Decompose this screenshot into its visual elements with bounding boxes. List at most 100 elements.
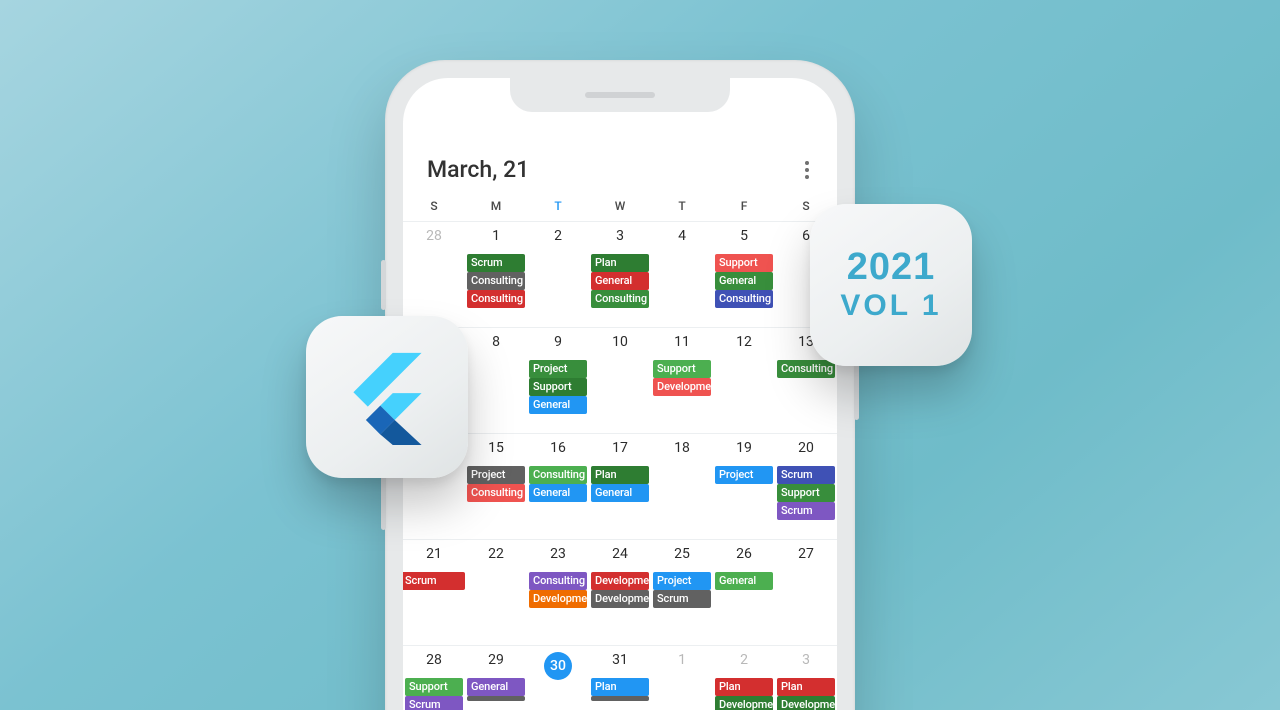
more-menu-icon[interactable] (801, 157, 813, 183)
calendar-event[interactable]: General (591, 484, 649, 502)
calendar-day-cell[interactable]: 26 General (713, 539, 775, 645)
day-number: 8 (465, 334, 527, 350)
calendar-event[interactable]: Plan (591, 678, 649, 696)
day-number: 31 (589, 652, 651, 668)
day-number: 17 (589, 440, 651, 456)
calendar-event[interactable]: Scrum (403, 572, 465, 590)
day-number: 2 (713, 652, 775, 668)
calendar-event[interactable]: General (529, 396, 587, 414)
calendar-day-cell[interactable]: 1 (651, 645, 713, 710)
weekday-col: S (403, 193, 465, 221)
calendar-event[interactable]: Developme (715, 696, 773, 710)
calendar-event[interactable]: Scrum (777, 502, 835, 520)
day-number: 2 (527, 228, 589, 244)
calendar-event[interactable]: Scrum (467, 254, 525, 272)
calendar-event[interactable] (591, 696, 649, 701)
phone-speaker (585, 92, 655, 98)
calendar-day-cell[interactable]: 18 (651, 433, 713, 539)
volume-year: 2021 (840, 248, 941, 288)
calendar-event[interactable]: Support (777, 484, 835, 502)
calendar-event[interactable]: Developme (653, 378, 711, 396)
calendar-day-cell[interactable]: 2 (527, 221, 589, 327)
calendar-day-cell[interactable]: 8 (465, 327, 527, 433)
calendar-event[interactable]: Support (405, 678, 463, 696)
volume-label: VOL 1 (840, 290, 941, 322)
flutter-logo-icon (339, 349, 435, 445)
calendar-event[interactable]: Consulting (467, 272, 525, 290)
calendar-event[interactable]: Consulting (467, 290, 525, 308)
calendar-day-cell[interactable]: 3 PlanDevelopme (775, 645, 837, 710)
calendar-event[interactable]: Plan (591, 254, 649, 272)
volume-release-card: 2021 VOL 1 (810, 204, 972, 366)
calendar-day-cell[interactable]: 23ConsultingDevelopme (527, 539, 589, 645)
calendar-day-cell[interactable]: 30 (527, 645, 589, 710)
calendar-event[interactable]: Scrum (653, 590, 711, 608)
phone-side-button (381, 260, 386, 310)
calendar-day-cell[interactable]: 9 ProjectSupportGeneral (527, 327, 589, 433)
calendar-event[interactable]: Plan (715, 678, 773, 696)
calendar-day-cell[interactable]: 3 PlanGeneralConsulting (589, 221, 651, 327)
calendar-event[interactable]: Scrum (777, 466, 835, 484)
calendar-day-cell[interactable]: 12 (713, 327, 775, 433)
calendar-day-cell[interactable]: 20ScrumSupportScrum (775, 433, 837, 539)
calendar-event[interactable]: Scrum (405, 696, 463, 710)
calendar-event[interactable]: Project (653, 572, 711, 590)
calendar-event[interactable]: Consulting (715, 290, 773, 308)
calendar-day-cell[interactable]: 22 (465, 539, 527, 645)
calendar-day-cell[interactable]: 10 (589, 327, 651, 433)
calendar-event[interactable]: Developme (777, 696, 835, 710)
calendar-event[interactable]: Consulting (777, 360, 835, 378)
calendar-day-cell[interactable]: 2 PlanDevelopme (713, 645, 775, 710)
month-title[interactable]: March, 21 (427, 156, 529, 183)
calendar-event[interactable]: Project (529, 360, 587, 378)
calendar-day-cell[interactable]: 24DevelopmeDevelopme (589, 539, 651, 645)
calendar-event[interactable]: Consulting (467, 484, 525, 502)
day-number: 1 (651, 652, 713, 668)
calendar-event[interactable]: Plan (591, 466, 649, 484)
calendar-day-cell[interactable]: 29General (465, 645, 527, 710)
flutter-logo-card (306, 316, 468, 478)
calendar-day-cell[interactable]: 19 Project (713, 433, 775, 539)
calendar-day-cell[interactable]: 4 (651, 221, 713, 327)
calendar-day-cell[interactable]: 25ProjectScrum (651, 539, 713, 645)
calendar-day-cell[interactable]: 31 Plan (589, 645, 651, 710)
calendar-day-cell[interactable]: 21Scrum (403, 539, 465, 645)
calendar-event[interactable]: Project (467, 466, 525, 484)
calendar-day-cell[interactable]: 1ScrumConsultingConsulting (465, 221, 527, 327)
calendar-day-cell[interactable]: 28 (403, 221, 465, 327)
calendar-grid: 281ScrumConsultingConsulting23PlanGenera… (403, 221, 837, 710)
calendar-event[interactable] (467, 696, 525, 701)
calendar-day-cell[interactable]: 5SupportGeneralConsulting (713, 221, 775, 327)
calendar-event[interactable]: Support (715, 254, 773, 272)
day-number: 3 (775, 652, 837, 668)
calendar-event[interactable]: Support (529, 378, 587, 396)
day-number: 10 (589, 334, 651, 350)
calendar-event[interactable]: General (715, 572, 773, 590)
calendar-day-cell[interactable]: 17 PlanGeneral (589, 433, 651, 539)
calendar-event[interactable]: Project (715, 466, 773, 484)
calendar-event[interactable]: General (529, 484, 587, 502)
calendar-event[interactable]: Developme (591, 572, 649, 590)
calendar-event[interactable]: Support (653, 360, 711, 378)
day-number: 19 (713, 440, 775, 456)
calendar-day-cell[interactable]: 15ProjectConsulting (465, 433, 527, 539)
calendar-day-cell[interactable]: 27 (775, 539, 837, 645)
weekday-col: T (651, 193, 713, 221)
day-number: 9 (527, 334, 589, 350)
calendar-event[interactable]: Developme (529, 590, 587, 608)
calendar-event[interactable]: Developme (591, 590, 649, 608)
calendar-event[interactable]: Consulting (591, 290, 649, 308)
calendar-event[interactable]: Plan (777, 678, 835, 696)
weekday-col: W (589, 193, 651, 221)
calendar-event[interactable]: Consulting (529, 572, 587, 590)
day-number: 26 (713, 546, 775, 562)
calendar-event[interactable]: General (591, 272, 649, 290)
phone-screen: March, 21 SMTWTFS 281ScrumConsultingCons… (403, 78, 837, 710)
calendar-event[interactable]: General (715, 272, 773, 290)
calendar-event[interactable]: Consulting (529, 466, 587, 484)
calendar-day-cell[interactable]: 11SupportDevelopme (651, 327, 713, 433)
calendar-day-cell[interactable]: 28SupportScrum (403, 645, 465, 710)
calendar-event[interactable]: General (467, 678, 525, 696)
day-number: 3 (589, 228, 651, 244)
calendar-day-cell[interactable]: 16ConsultingGeneral (527, 433, 589, 539)
